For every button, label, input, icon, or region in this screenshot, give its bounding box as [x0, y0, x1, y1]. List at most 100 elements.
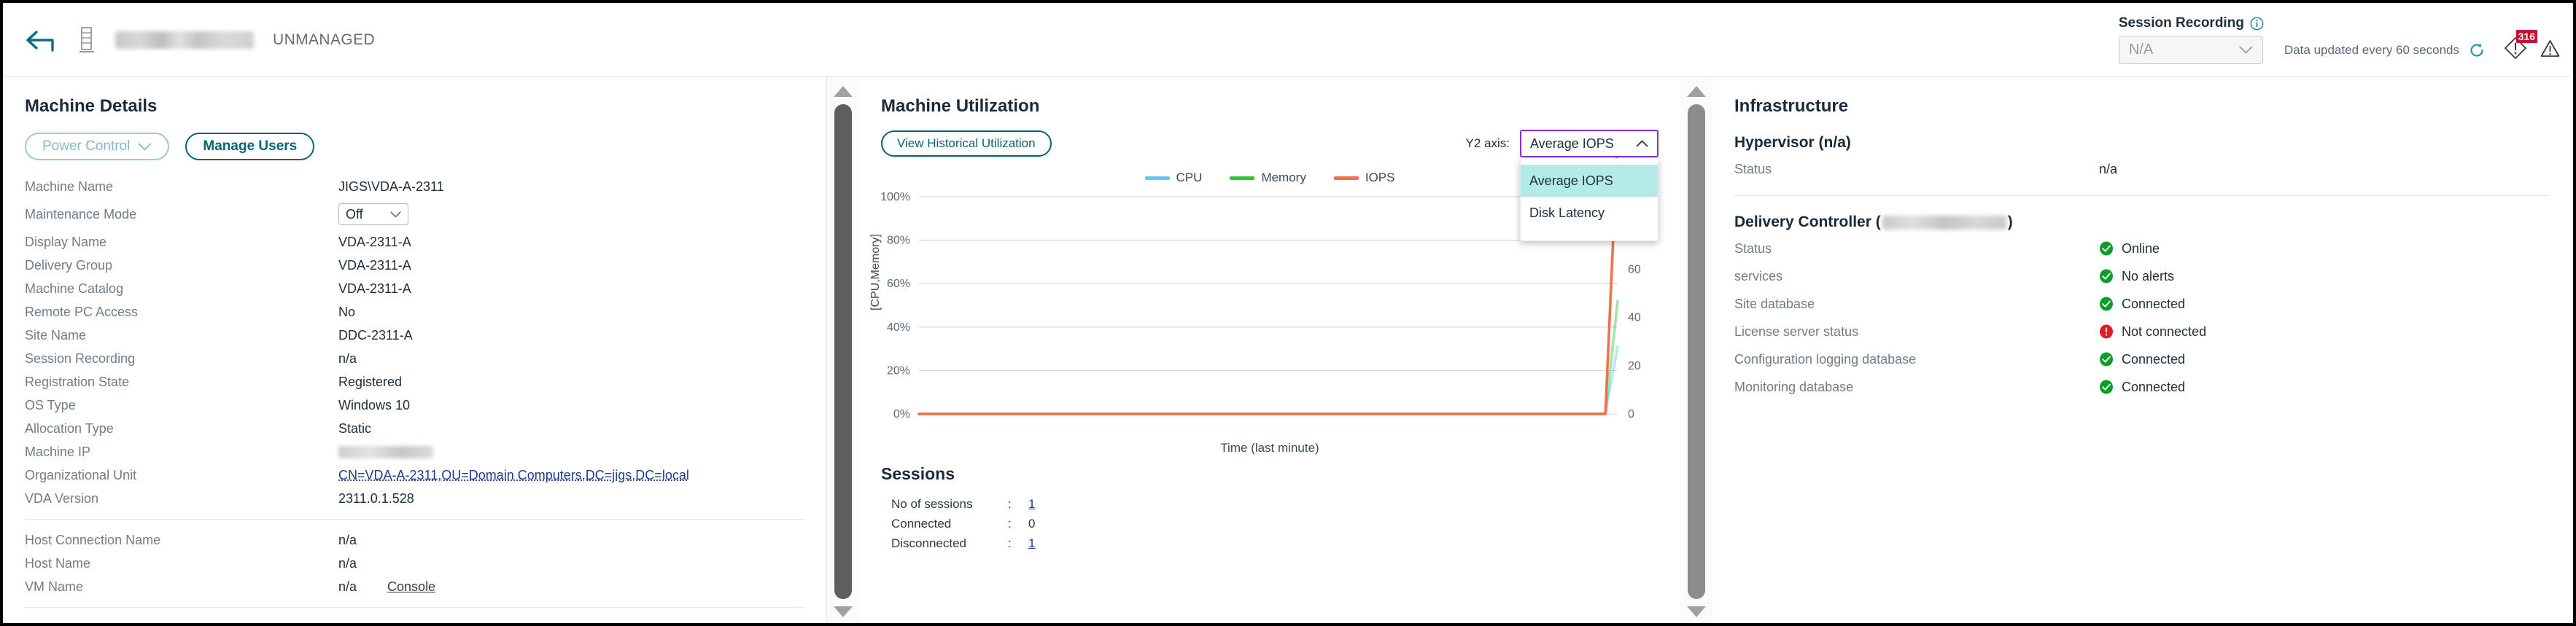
data-updated-text: Data updated every 60 seconds — [2284, 43, 2459, 58]
scrollbar-thumb[interactable] — [834, 104, 852, 599]
svg-text:0%: 0% — [893, 408, 910, 420]
svg-text:80%: 80% — [887, 235, 910, 247]
session-recording-select[interactable]: N/A — [2119, 36, 2263, 64]
page-body: Machine Details Power Control Manage Use… — [3, 77, 2573, 626]
manage-users-button[interactable]: Manage Users — [185, 133, 314, 160]
organizational-unit-value[interactable]: CN=VDA-A-2311,OU=Domain Computers,DC=jig… — [338, 468, 689, 483]
session-recording-label-row: Session Recording — [2119, 15, 2264, 31]
y2-selected-value: Average IOPS — [1530, 136, 1614, 152]
detail-key: Site Name — [25, 328, 338, 343]
back-arrow-icon[interactable] — [25, 28, 58, 52]
delivery-controller-suffix: ) — [2008, 214, 2013, 231]
console-link[interactable]: Console — [387, 579, 435, 595]
session-recording-label: Session Recording — [2119, 15, 2244, 31]
details-divider-2 — [25, 607, 804, 608]
infra-key: Status — [1734, 162, 2099, 177]
detail-key: Machine IP — [25, 445, 338, 460]
delivery-controller-heading: Delivery Controller ( ) — [1734, 196, 2573, 231]
detail-key: Display Name — [25, 235, 338, 250]
detail-row-display-name: Display Name VDA-2311-A — [3, 230, 826, 254]
session-row-no-of-sessions: No of sessions : 1 — [891, 494, 1680, 514]
chart-x-axis-title: Time (last minute) — [859, 441, 1680, 455]
infra-value: n/a — [2099, 162, 2117, 177]
machine-utilization-scrollbar[interactable] — [1680, 77, 1712, 626]
power-control-label: Power Control — [42, 138, 130, 154]
infra-row-site-database: Site database Connected — [1734, 294, 2573, 314]
chart-series-cpu — [919, 347, 1618, 414]
detail-value: n/a — [338, 351, 357, 367]
infra-row-hypervisor-status: Status n/a — [1734, 159, 2573, 179]
detail-row-host-name: Host Name n/a — [3, 552, 826, 575]
scroll-down-arrow-icon[interactable] — [834, 606, 853, 617]
y2-axis-control: Y2 axis: Average IOPS Average IOPS Disk … — [1466, 130, 1659, 157]
status-ok-icon — [2099, 352, 2114, 367]
alerts-group: 316 — [2504, 36, 2560, 77]
status-error-icon — [2099, 324, 2114, 339]
scroll-up-arrow-icon[interactable] — [834, 86, 853, 97]
info-icon[interactable] — [2250, 17, 2264, 31]
y2-axis-select[interactable]: Average IOPS — [1520, 130, 1659, 157]
detail-key: Host Name — [25, 556, 338, 571]
warning-triangle-icon[interactable] — [2540, 39, 2560, 58]
detail-value: DDC-2311-A — [338, 328, 413, 343]
svg-text:60%: 60% — [887, 278, 910, 290]
maintenance-mode-select[interactable]: Off — [338, 203, 408, 225]
power-control-button[interactable]: Power Control — [25, 133, 169, 160]
session-recording-value: N/A — [2129, 42, 2153, 58]
scroll-up-arrow-icon[interactable] — [1687, 86, 1706, 97]
session-separator: : — [1008, 517, 1028, 531]
detail-value: JIGS\VDA-A-2311 — [338, 179, 444, 195]
chart-series-iops — [919, 157, 1618, 414]
maintenance-mode-value: Off — [346, 207, 363, 222]
machine-utilization-title: Machine Utilization — [859, 77, 1680, 117]
session-key: No of sessions — [891, 497, 1008, 512]
svg-text:20: 20 — [1628, 360, 1641, 372]
details-divider — [25, 519, 804, 520]
infra-status-text: Not connected — [2122, 324, 2206, 340]
refresh-icon[interactable] — [2469, 42, 2485, 58]
session-value-link[interactable]: 1 — [1028, 536, 1035, 551]
chevron-down-icon — [138, 143, 152, 151]
machine-details-page: UNMANAGED Session Recording N/A — [0, 0, 2576, 626]
detail-row-registration-state: Registration State Registered — [3, 370, 826, 394]
session-separator: : — [1008, 536, 1028, 551]
y2-axis-label: Y2 axis: — [1466, 136, 1510, 151]
infra-value-wrap: Not connected — [2099, 324, 2206, 340]
detail-row-os-type: OS Type Windows 10 — [3, 394, 826, 417]
detail-value: n/a — [338, 533, 357, 548]
detail-key: Session Recording — [25, 351, 338, 367]
view-historical-utilization-button[interactable]: View Historical Utilization — [881, 130, 1052, 157]
infra-status-text: Connected — [2122, 352, 2185, 367]
session-value-link[interactable]: 1 — [1028, 497, 1035, 512]
machine-details-panel: Machine Details Power Control Manage Use… — [3, 77, 827, 626]
detail-row-machine-ip: Machine IP — [3, 440, 826, 463]
scrollbar-thumb[interactable] — [1688, 104, 1705, 599]
view-historical-label: View Historical Utilization — [897, 136, 1036, 151]
session-value: 0 — [1028, 517, 1035, 531]
data-refresh-group: Data updated every 60 seconds — [2284, 42, 2485, 77]
infra-status-text: No alerts — [2122, 269, 2174, 284]
machine-details-scrollbar[interactable] — [827, 77, 859, 626]
detail-key: Maintenance Mode — [25, 207, 338, 222]
chevron-up-icon — [1636, 140, 1648, 147]
svg-text:40%: 40% — [887, 321, 910, 334]
alert-diamond-button[interactable]: 316 — [2504, 36, 2527, 60]
scroll-down-arrow-icon[interactable] — [1687, 606, 1706, 617]
detail-value: No — [338, 305, 355, 320]
detail-value: 4 — [338, 621, 346, 626]
detail-key: vCPU — [25, 621, 338, 626]
infra-row-monitoring-database: Monitoring database Connected — [1734, 377, 2573, 397]
alert-count-badge: 316 — [2516, 30, 2537, 43]
header-left-group: UNMANAGED — [25, 3, 375, 77]
header-right-group: Session Recording N/A Data updated every… — [2119, 3, 2560, 77]
hypervisor-heading: Hypervisor (n/a) — [1734, 117, 2573, 152]
scrollbar-track[interactable] — [1686, 77, 1707, 626]
infrastructure-body: Hypervisor (n/a) Status n/a Delivery Con… — [1712, 117, 2573, 397]
detail-key: Host Connection Name — [25, 533, 338, 548]
infra-value-wrap: Connected — [2099, 297, 2185, 312]
svg-text:0: 0 — [1628, 408, 1634, 420]
y2-option-disk-latency[interactable]: Disk Latency — [1521, 197, 1658, 229]
scrollbar-track[interactable] — [833, 77, 853, 626]
machine-details-title: Machine Details — [3, 77, 826, 117]
y2-option-average-iops[interactable]: Average IOPS — [1521, 165, 1658, 197]
